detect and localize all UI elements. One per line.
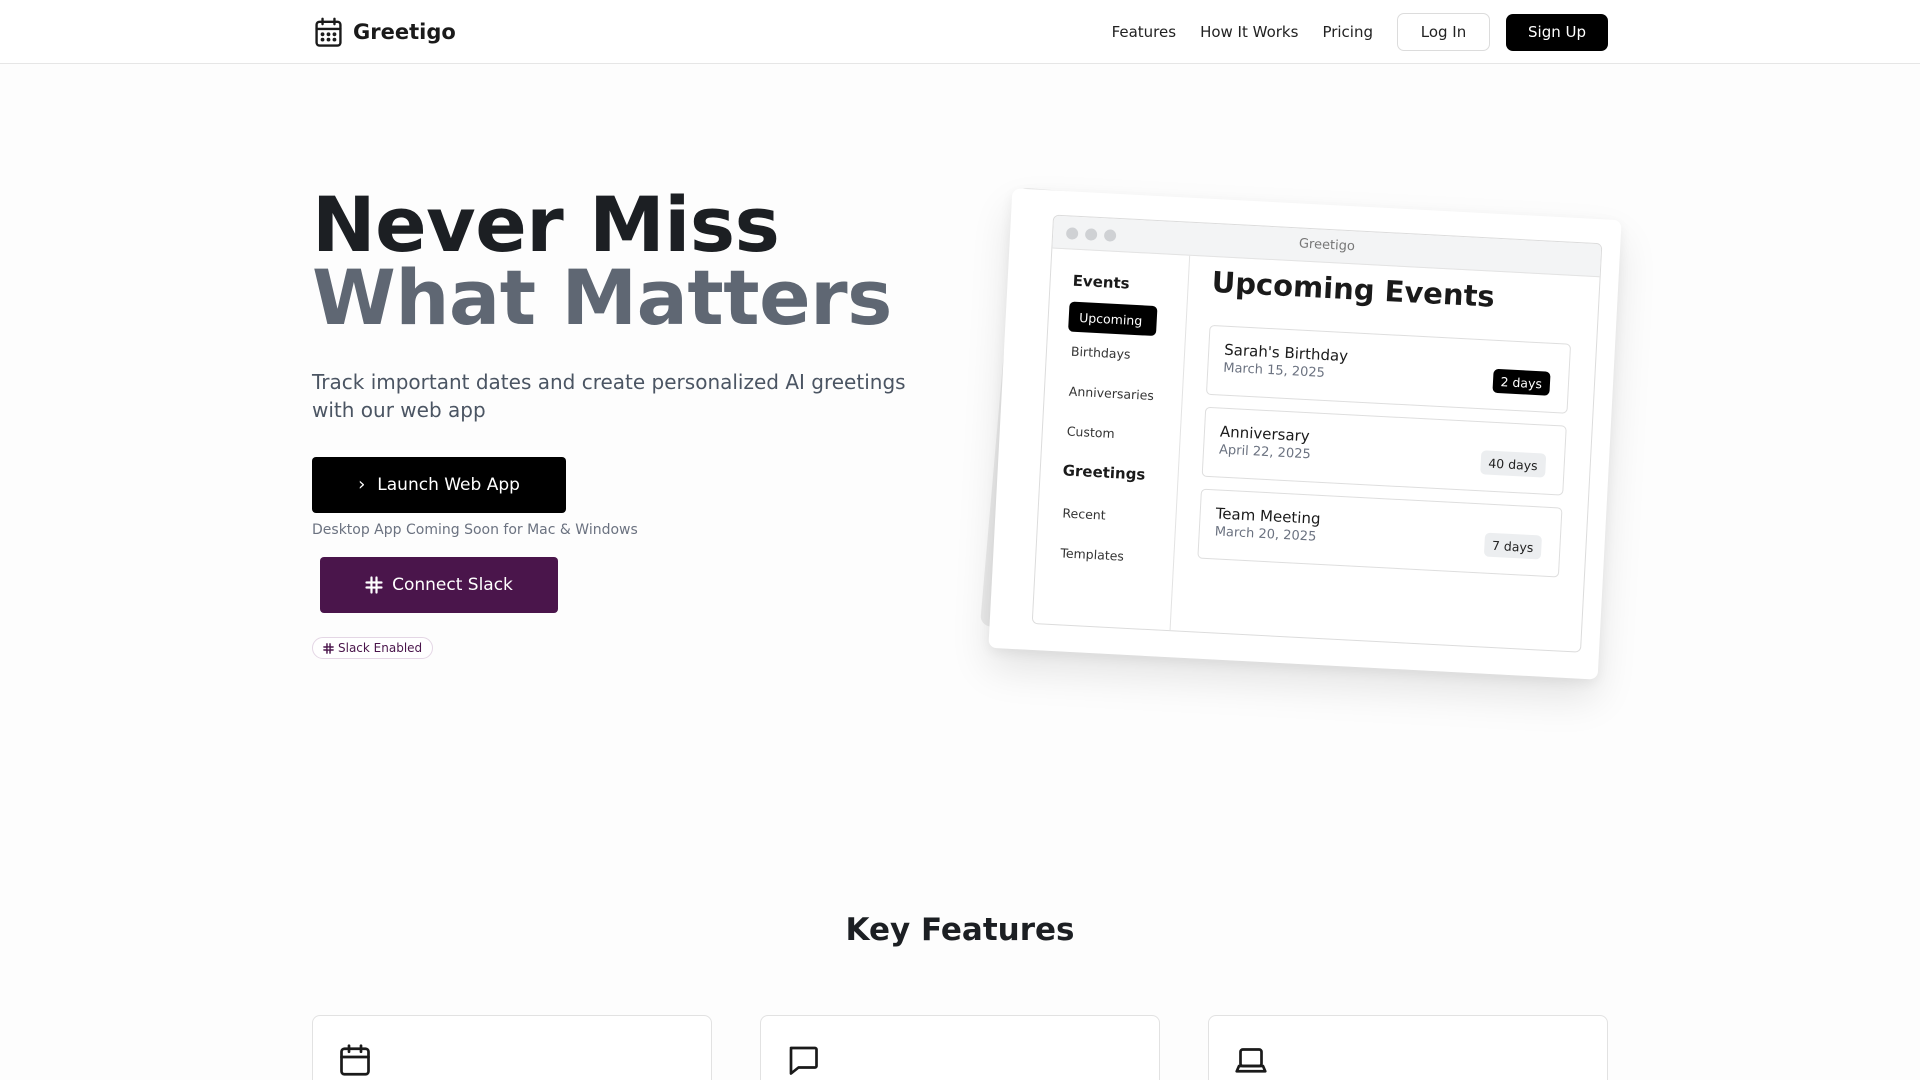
event-card[interactable]: Team Meeting March 20, 2025 7 days [1197, 488, 1563, 578]
days-badge: 7 days [1483, 532, 1543, 560]
event-card[interactable]: Anniversary April 22, 2025 40 days [1201, 406, 1567, 496]
key-features-title: Key Features [845, 912, 1075, 948]
event-name: Anniversary [1219, 422, 1311, 446]
event-date: April 22, 2025 [1218, 442, 1312, 463]
slack-button-label: Connect Slack [392, 575, 513, 595]
sidebar-item-custom[interactable]: Custom [1066, 424, 1115, 441]
slack-badge-label: Slack Enabled [338, 641, 423, 655]
days-badge: 2 days [1491, 368, 1551, 396]
sidebar-item-anniversaries[interactable]: Anniversaries [1069, 384, 1155, 403]
event-date: March 20, 2025 [1214, 524, 1317, 545]
sidebar-item-birthdays[interactable]: Birthdays [1071, 344, 1131, 362]
launch-web-app-button[interactable]: › Launch Web App [312, 457, 566, 513]
event-card[interactable]: Sarah's Birthday March 15, 2025 2 days [1205, 324, 1572, 414]
top-navbar: Greetigo Features How It Works Pricing L… [0, 0, 1920, 64]
days-badge: 40 days [1479, 450, 1547, 478]
sidebar-item-recent[interactable]: Recent [1062, 505, 1106, 522]
brand-logo[interactable]: Greetigo [314, 16, 456, 48]
event-date: March 15, 2025 [1222, 360, 1326, 381]
main-nav: Features How It Works Pricing Log In Sig… [1112, 13, 1608, 51]
hero-subtitle: Track important dates and create persona… [312, 370, 906, 422]
feature-card-web-app [1208, 1015, 1608, 1080]
sidebar-item-upcoming[interactable]: Upcoming [1068, 301, 1158, 337]
hero-title: Never Miss What Matters [312, 180, 892, 342]
mockup-sidebar: Events Upcoming Birthdays Anniversaries … [1032, 248, 1191, 631]
calendar-icon [340, 1044, 370, 1076]
hero-title-line2: What Matters [312, 253, 892, 342]
connect-slack-button[interactable]: Connect Slack [320, 557, 558, 613]
chat-icon [789, 1046, 818, 1075]
mockup-main: Upcoming Events Sarah's Birthday March 1… [1172, 256, 1600, 652]
nav-link-pricing[interactable]: Pricing [1322, 23, 1373, 41]
nav-link-features[interactable]: Features [1112, 23, 1177, 41]
login-button[interactable]: Log In [1397, 13, 1490, 51]
sidebar-heading-greetings: Greetings [1062, 461, 1146, 484]
feature-card-greetings [760, 1015, 1160, 1080]
app-mockup: Greetigo Events Upcoming Birthdays Anniv… [988, 188, 1622, 680]
laptop-icon [1235, 1048, 1267, 1073]
mockup-window: Greetigo Events Upcoming Birthdays Anniv… [1031, 214, 1603, 653]
brand-name: Greetigo [353, 20, 456, 44]
hero-title-line1: Never Miss [312, 180, 780, 269]
slack-icon [365, 576, 383, 594]
nav-link-how-it-works[interactable]: How It Works [1200, 23, 1298, 41]
sidebar-item-templates[interactable]: Templates [1060, 545, 1124, 563]
slack-enabled-badge: Slack Enabled [312, 637, 434, 659]
desktop-app-note: Desktop App Coming Soon for Mac & Window… [312, 522, 638, 538]
calendar-icon [315, 17, 342, 47]
upcoming-events-title: Upcoming Events [1210, 264, 1496, 314]
launch-button-label: Launch Web App [377, 475, 520, 495]
chevron-right-icon: › [358, 474, 366, 495]
feature-card-calendar [312, 1015, 712, 1080]
sidebar-heading-events: Events [1072, 271, 1131, 293]
slack-icon [323, 642, 334, 654]
signup-button[interactable]: Sign Up [1506, 13, 1608, 51]
